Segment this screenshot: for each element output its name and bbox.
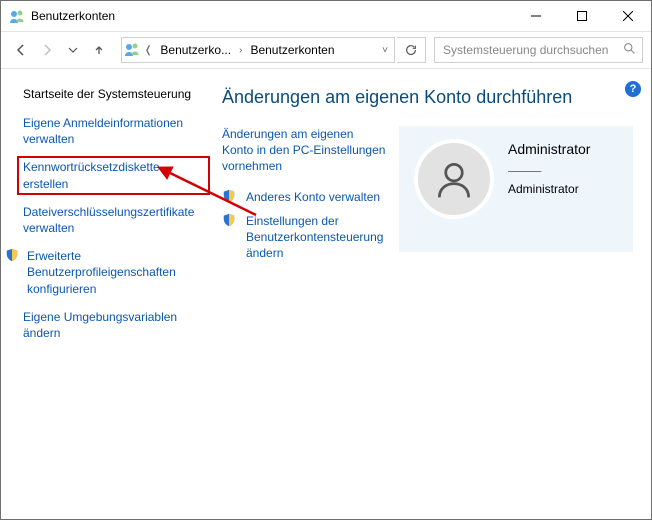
titlebar-left: Benutzerkonten — [9, 8, 115, 24]
avatar — [414, 139, 494, 219]
content-body: ? Startseite der Systemsteuerung Eigene … — [1, 69, 651, 520]
shield-icon — [222, 213, 236, 227]
user-accounts-icon — [9, 8, 25, 24]
sidebar-item-credentials[interactable]: Eigene Anmeldeinformationen verwalten — [23, 115, 204, 147]
chevron-right-icon[interactable]: ❬ — [144, 45, 152, 56]
sidebar-item-label: Eigene Anmeldeinformationen verwalten — [23, 115, 204, 147]
sidebar-item-label: Kennwortrücksetzdiskette erstellen — [17, 156, 210, 194]
minimize-button[interactable] — [513, 1, 559, 31]
sidebar-item-label: Eigene Umgebungsvariablen ändern — [23, 309, 204, 341]
account-role: Administrator — [508, 180, 590, 198]
action-list: Änderungen am eigenen Konto in den PC-Ei… — [222, 126, 387, 269]
control-panel-home-link[interactable]: Startseite der Systemsteuerung — [23, 87, 204, 101]
account-name: Administrator — [508, 139, 590, 160]
sidebar: Startseite der Systemsteuerung Eigene An… — [1, 69, 216, 520]
search-icon[interactable] — [623, 42, 636, 58]
breadcrumb-item-2[interactable]: Benutzerkonten — [246, 43, 338, 57]
account-info: Administrator Administrator — [508, 139, 590, 198]
nav-row: ❬ Benutzerko... › Benutzerkonten ˅ — [1, 32, 651, 69]
action-manage-other[interactable]: Anderes Konto verwalten — [222, 189, 387, 205]
window-title: Benutzerkonten — [31, 9, 115, 23]
sidebar-item-password-reset-disk[interactable]: Kennwortrücksetzdiskette erstellen — [23, 159, 204, 191]
user-accounts-icon — [124, 41, 140, 60]
action-label: Anderes Konto verwalten — [246, 189, 380, 205]
forward-button[interactable] — [35, 38, 59, 62]
sidebar-item-label: Erweiterte Benutzerprofileigenschaften k… — [27, 248, 204, 297]
action-uac-settings[interactable]: Einstellungen der Benutzerkontensteuerun… — [222, 213, 387, 262]
chevron-down-icon[interactable]: ˅ — [382, 45, 388, 56]
address-bar[interactable]: ❬ Benutzerko... › Benutzerkonten ˅ — [121, 37, 395, 63]
account-meta — [508, 162, 590, 180]
sidebar-item-env-vars[interactable]: Eigene Umgebungsvariablen ändern — [23, 309, 204, 341]
action-pc-settings[interactable]: Änderungen am eigenen Konto in den PC-Ei… — [222, 126, 387, 175]
account-card: Administrator Administrator — [399, 126, 633, 252]
window-buttons — [513, 1, 651, 31]
close-button[interactable] — [605, 1, 651, 31]
sidebar-item-encryption-certs[interactable]: Dateiverschlüsselungs­zertifikate verwal… — [23, 204, 204, 236]
sidebar-item-advanced-profile[interactable]: Erweiterte Benutzerprofileigenschaften k… — [23, 248, 204, 297]
chevron-right-icon[interactable]: › — [239, 45, 242, 56]
action-label: Einstellungen der Benutzerkontensteuerun… — [246, 213, 387, 262]
breadcrumb-item-1[interactable]: Benutzerko... — [156, 43, 235, 57]
up-button[interactable] — [87, 38, 111, 62]
window: Benutzerkonten ❬ — [0, 0, 652, 520]
titlebar: Benutzerkonten — [1, 1, 651, 32]
recent-locations-button[interactable] — [61, 38, 85, 62]
refresh-button[interactable] — [397, 37, 426, 63]
search-box[interactable] — [434, 37, 643, 63]
maximize-button[interactable] — [559, 1, 605, 31]
main-pane: Änderungen am eigenen Konto durchführen … — [216, 69, 651, 520]
page-heading: Änderungen am eigenen Konto durchführen — [222, 87, 633, 108]
back-button[interactable] — [9, 38, 33, 62]
shield-icon — [5, 248, 19, 262]
main-columns: Änderungen am eigenen Konto in den PC-Ei… — [222, 126, 633, 269]
shield-icon — [222, 189, 236, 203]
sidebar-item-label: Dateiverschlüsselungs­zertifikate verwal… — [23, 204, 204, 236]
search-input[interactable] — [441, 42, 617, 58]
